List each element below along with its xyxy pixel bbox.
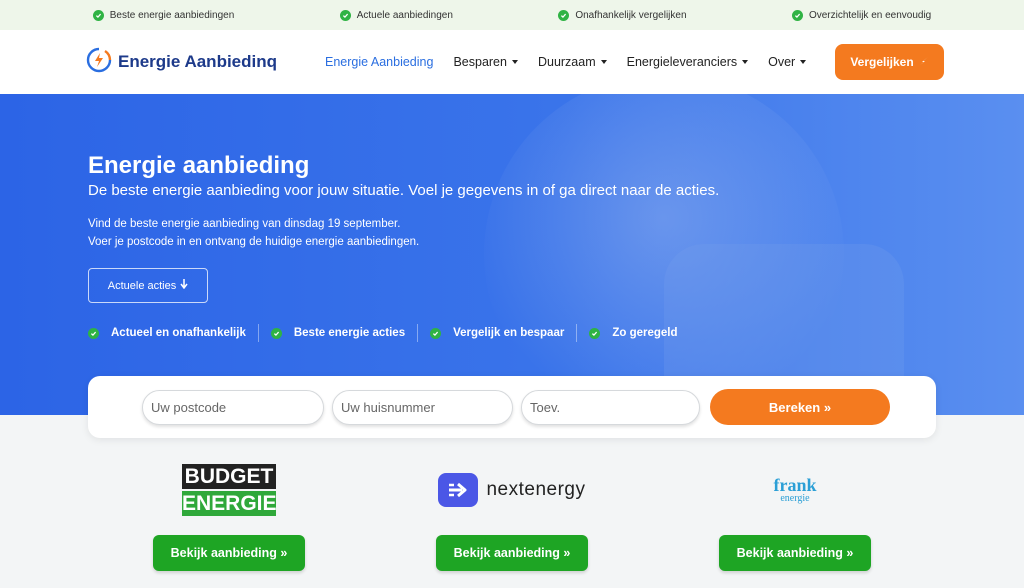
nav-item-label: Over <box>768 55 796 69</box>
lightning-logo-icon <box>86 47 112 78</box>
hero-text-line1: Vind de beste energie aanbieding van din… <box>88 218 401 230</box>
hero-usp-item: Beste energie acties <box>270 327 417 339</box>
frank-energie-logo[interactable]: frank energie <box>773 455 816 525</box>
divider <box>576 324 578 342</box>
chevron-down-icon <box>742 60 749 64</box>
nav-item-label: Besparen <box>453 55 507 69</box>
check-icon <box>589 327 601 339</box>
vergelijken-label: Vergelijken <box>850 55 914 69</box>
bereken-button[interactable]: Bereken » <box>710 389 890 425</box>
usp-bar: Beste energie aanbiedingen Actuele aanbi… <box>0 0 1024 30</box>
usp-label: Overzichtelijk en eenvoudig <box>808 9 932 21</box>
site-logo[interactable]: Energie Aanbiedinq <box>86 47 277 78</box>
usp-item: Beste energie aanbiedingen <box>92 9 235 21</box>
provider-card-nextenergy: nextenergy Bekijk aanbieding » <box>436 455 588 571</box>
logo-text: Energie Aanbiedinq <box>118 52 278 71</box>
nav-item-duurzaam[interactable]: Duurzaam <box>538 55 607 69</box>
toevoeging-input[interactable] <box>521 389 700 425</box>
logo-line: BUDGET <box>182 464 276 489</box>
provider-card-frank-energie: frank energie Bekijk aanbieding » <box>719 455 871 571</box>
hero-title: Energie aanbieding <box>88 152 310 179</box>
nav-menu: Energie Aanbieding Besparen Duurzaam Ene… <box>325 55 807 69</box>
lightning-icon <box>919 55 929 69</box>
hero-usp-item: Vergelijk en bespaar <box>430 327 576 339</box>
check-icon <box>791 9 803 21</box>
nav-item-over[interactable]: Over <box>768 55 807 69</box>
postcode-form: Bereken » <box>88 376 936 438</box>
huisnummer-input[interactable] <box>332 389 513 425</box>
check-icon <box>92 9 104 21</box>
bekijk-aanbieding-button[interactable]: Bekijk aanbieding » <box>436 535 588 571</box>
hero-subtitle: De beste energie aanbieding voor jouw si… <box>88 182 720 199</box>
budget-energie-logo[interactable]: BUDGET ENERGIE <box>182 455 277 525</box>
chevron-down-icon <box>511 60 518 64</box>
usp-item: Onafhankelijk vergelijken <box>558 9 687 21</box>
actuele-acties-button[interactable]: Actuele acties <box>88 268 208 303</box>
check-icon <box>430 327 442 339</box>
providers-section: BUDGET ENERGIE Bekijk aanbieding » nexte… <box>0 455 1024 588</box>
logo-line: energie <box>780 492 810 504</box>
nav-item-label: Energieleveranciers <box>626 55 738 69</box>
check-icon <box>270 327 282 339</box>
logo-line: ENERGIE <box>182 491 277 516</box>
divider <box>257 324 259 342</box>
chevron-down-icon <box>800 60 807 64</box>
logo-text: nextenergy <box>486 479 586 500</box>
bekijk-aanbieding-button[interactable]: Bekijk aanbieding » <box>719 535 871 571</box>
hero-text-line2: Voer je postcode in en ontvang de huidig… <box>88 236 420 248</box>
nav-item-energieleveranciers[interactable]: Energieleveranciers <box>626 55 749 69</box>
nav-item-label: Duurzaam <box>537 55 596 69</box>
main-nav: Energie Aanbiedinq Energie Aanbieding Be… <box>0 30 1024 94</box>
nav-item-energie-aanbieding[interactable]: Energie Aanbieding <box>325 55 433 69</box>
arrow-down-icon <box>180 279 188 292</box>
hero-usps: Actueel en onafhankelijk Beste energie a… <box>88 324 690 342</box>
provider-card-budget-energie: BUDGET ENERGIE Bekijk aanbieding » <box>153 455 305 571</box>
divider <box>417 324 419 342</box>
postcode-input[interactable] <box>142 389 324 425</box>
logo-line: frank <box>773 474 817 495</box>
nav-item-label: Energie Aanbieding <box>325 55 434 69</box>
hero-section: Energie aanbieding De beste energie aanb… <box>0 94 1024 415</box>
check-icon <box>339 9 351 21</box>
chevron-down-icon <box>600 60 607 64</box>
hero-usp-label: Actueel en onafhankelijk <box>111 327 246 339</box>
usp-label: Beste energie aanbiedingen <box>109 9 235 21</box>
actuele-acties-label: Actuele acties <box>107 279 177 292</box>
check-icon <box>88 327 99 339</box>
usp-label: Actuele aanbiedingen <box>356 9 453 21</box>
hero-usp-label: Vergelijk en bespaar <box>453 327 565 339</box>
hero-usp-label: Beste energie acties <box>293 327 406 339</box>
hero-usp-item: Actueel en onafhankelijk <box>88 327 258 339</box>
nav-item-besparen[interactable]: Besparen <box>453 55 518 69</box>
usp-item: Actuele aanbiedingen <box>339 9 453 21</box>
hero-usp-item: Zo geregeld <box>589 327 689 339</box>
usp-label: Onafhankelijk vergelijken <box>575 9 687 21</box>
nextenergy-logo[interactable]: nextenergy <box>438 455 585 525</box>
check-icon <box>558 9 570 21</box>
bekijk-aanbieding-button[interactable]: Bekijk aanbieding » <box>153 535 305 571</box>
plug-icon <box>438 473 479 507</box>
vergelijken-button[interactable]: Vergelijken <box>835 44 944 80</box>
hero-usp-label: Zo geregeld <box>612 327 678 339</box>
usp-item: Overzichtelijk en eenvoudig <box>791 9 932 21</box>
